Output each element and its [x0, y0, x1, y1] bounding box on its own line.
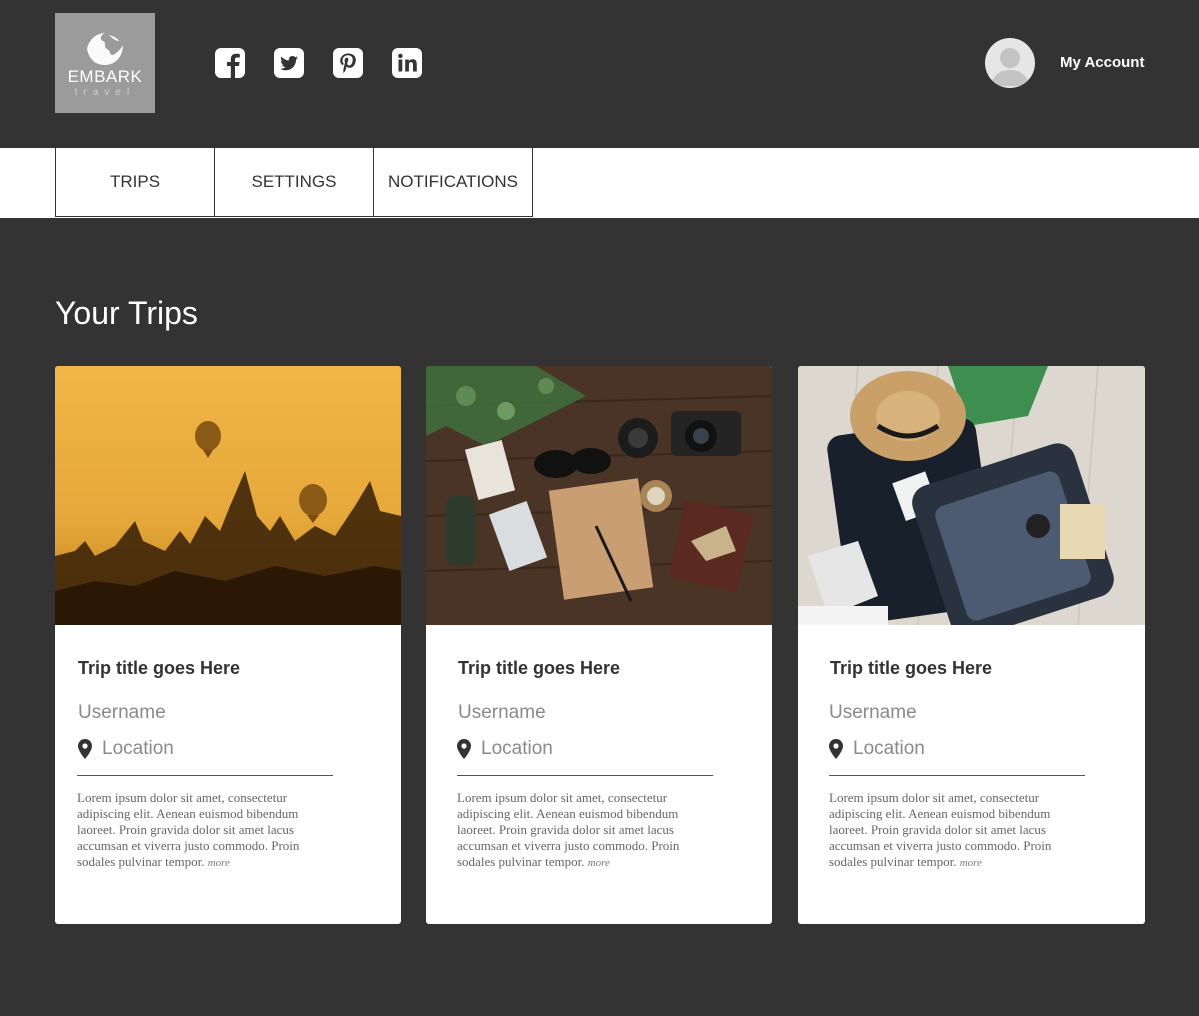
globe-icon — [87, 33, 123, 65]
tab-settings[interactable]: SETTINGS — [214, 148, 374, 217]
divider — [829, 775, 1085, 776]
trip-description: Lorem ipsum dolor sit amet, consectetur … — [77, 790, 339, 871]
trip-card[interactable]: Trip title goes Here Username Location L… — [55, 366, 401, 924]
linkedin-icon[interactable] — [391, 47, 423, 79]
facebook-icon[interactable] — [214, 47, 246, 79]
trip-location: Location — [853, 738, 925, 759]
trip-image — [426, 366, 772, 625]
trip-username[interactable]: Username — [829, 702, 917, 724]
trip-username[interactable]: Username — [458, 702, 546, 724]
description-text: Lorem ipsum dolor sit amet, consectetur … — [77, 790, 300, 869]
logo-brand: EMBARK — [67, 67, 143, 86]
page-title: Your Trips — [55, 295, 198, 331]
more-link[interactable]: more — [208, 857, 230, 869]
tab-notifications[interactable]: NOTIFICATIONS — [373, 148, 533, 217]
description-text: Lorem ipsum dolor sit amet, consectetur … — [457, 790, 680, 869]
pinterest-icon[interactable] — [332, 47, 364, 79]
more-link[interactable]: more — [588, 857, 610, 869]
trip-image — [55, 366, 401, 625]
trip-description: Lorem ipsum dolor sit amet, consectetur … — [829, 790, 1091, 871]
location-pin-icon — [78, 739, 92, 759]
my-account-link[interactable]: My Account — [1060, 54, 1144, 71]
location-pin-icon — [457, 739, 471, 759]
trip-card[interactable]: Trip title goes Here Username Location L… — [798, 366, 1145, 924]
trip-title[interactable]: Trip title goes Here — [78, 658, 240, 679]
more-link[interactable]: more — [960, 857, 982, 869]
divider — [457, 775, 713, 776]
trip-card[interactable]: Trip title goes Here Username Location L… — [426, 366, 772, 924]
site-header: EMBARK travel My Account — [0, 0, 1199, 148]
trip-location: Location — [102, 738, 174, 759]
divider — [77, 775, 333, 776]
trip-image — [798, 366, 1145, 625]
avatar[interactable] — [985, 38, 1035, 88]
twitter-icon[interactable] — [273, 47, 305, 79]
trip-title[interactable]: Trip title goes Here — [458, 658, 620, 679]
user-silhouette-icon — [991, 48, 1029, 86]
main-nav: TRIPS SETTINGS NOTIFICATIONS — [0, 148, 1199, 218]
trip-username[interactable]: Username — [78, 702, 166, 724]
logo-subtitle: travel — [74, 87, 136, 98]
trip-description: Lorem ipsum dolor sit amet, consectetur … — [457, 790, 719, 871]
location-pin-icon — [829, 739, 843, 759]
trip-title[interactable]: Trip title goes Here — [830, 658, 992, 679]
embark-logo[interactable]: EMBARK travel — [55, 13, 155, 113]
description-text: Lorem ipsum dolor sit amet, consectetur … — [829, 790, 1052, 869]
tab-trips[interactable]: TRIPS — [55, 148, 215, 217]
trip-location: Location — [481, 738, 553, 759]
